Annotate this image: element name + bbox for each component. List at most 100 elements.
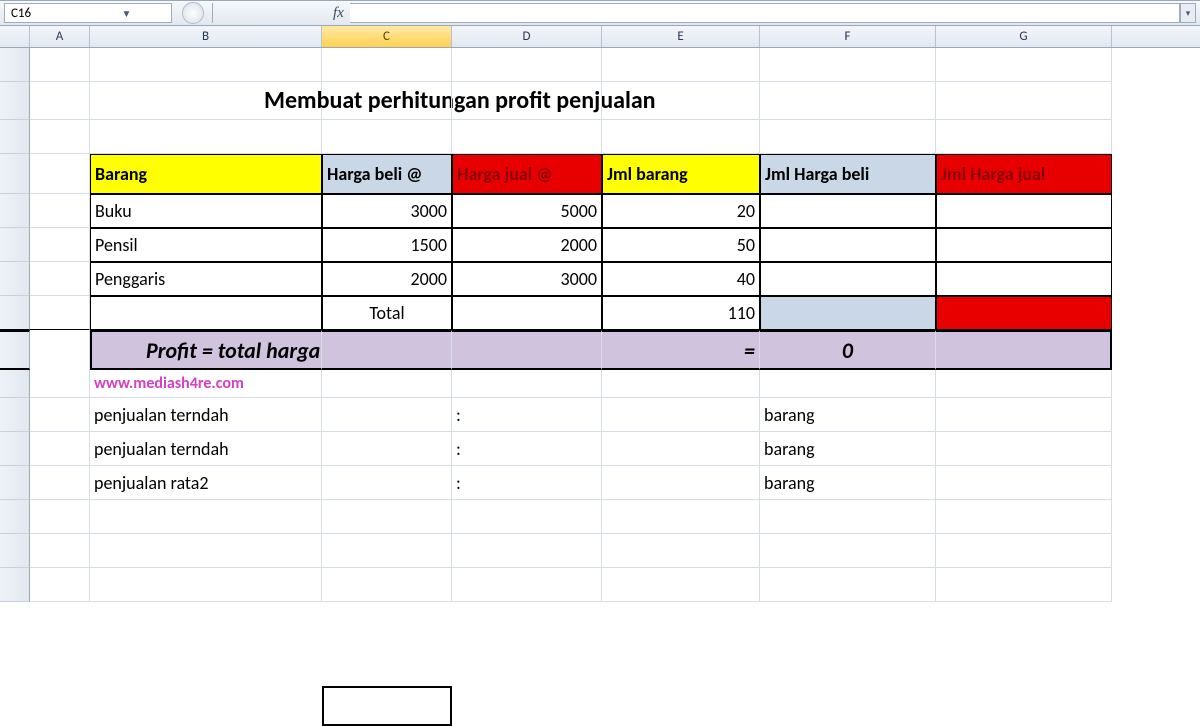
cell[interactable] bbox=[452, 48, 602, 82]
cell[interactable] bbox=[452, 500, 602, 534]
cell[interactable] bbox=[452, 534, 602, 568]
cell[interactable] bbox=[936, 82, 1112, 120]
row-header[interactable] bbox=[0, 228, 30, 262]
cell[interactable] bbox=[936, 500, 1112, 534]
row-header[interactable] bbox=[0, 330, 30, 370]
row-header[interactable] bbox=[0, 120, 30, 154]
col-header-G[interactable]: G bbox=[936, 26, 1112, 47]
cell[interactable] bbox=[452, 370, 602, 398]
row-header[interactable] bbox=[0, 48, 30, 82]
cell[interactable] bbox=[602, 120, 760, 154]
cell[interactable]: Membuat perhitungan profit penjualan bbox=[90, 82, 322, 120]
cell[interactable] bbox=[936, 534, 1112, 568]
cell[interactable] bbox=[760, 82, 936, 120]
cell-jml-jual[interactable] bbox=[936, 194, 1112, 228]
cell[interactable] bbox=[452, 568, 602, 602]
total-jml-jual[interactable] bbox=[936, 296, 1112, 330]
cell[interactable] bbox=[602, 466, 760, 500]
cell-jml-beli[interactable] bbox=[760, 262, 936, 296]
cell-beli[interactable]: 2000 bbox=[322, 262, 452, 296]
summary-colon[interactable]: : bbox=[452, 466, 602, 500]
cell[interactable] bbox=[936, 120, 1112, 154]
cell[interactable] bbox=[322, 568, 452, 602]
cell[interactable] bbox=[30, 296, 90, 330]
cell-jml[interactable]: 20 bbox=[602, 194, 760, 228]
th-jml-harga-jual[interactable]: Jml Harga jual bbox=[936, 154, 1112, 194]
cell-barang[interactable]: Buku bbox=[90, 194, 322, 228]
cell[interactable] bbox=[602, 534, 760, 568]
col-header-A[interactable]: A bbox=[30, 26, 90, 47]
cell-beli[interactable]: 3000 bbox=[322, 194, 452, 228]
cell-jml-beli[interactable] bbox=[760, 228, 936, 262]
row-header[interactable] bbox=[0, 262, 30, 296]
col-header-F[interactable]: F bbox=[760, 26, 936, 47]
profit-cell[interactable]: Profit = total harga jual - total harga … bbox=[90, 330, 322, 370]
cell[interactable] bbox=[936, 466, 1112, 500]
cell[interactable] bbox=[602, 432, 760, 466]
cell[interactable] bbox=[602, 568, 760, 602]
cell[interactable] bbox=[30, 398, 90, 432]
th-barang[interactable]: Barang bbox=[90, 154, 322, 194]
cell[interactable] bbox=[322, 466, 452, 500]
row-header[interactable] bbox=[0, 296, 30, 330]
cell[interactable] bbox=[936, 398, 1112, 432]
cell[interactable] bbox=[30, 194, 90, 228]
cell[interactable] bbox=[322, 120, 452, 154]
profit-value[interactable]: 0 bbox=[760, 330, 936, 370]
col-header-B[interactable]: B bbox=[90, 26, 322, 47]
total-label[interactable]: Total bbox=[322, 296, 452, 330]
cell[interactable] bbox=[30, 262, 90, 296]
expand-formula-bar-icon[interactable]: ▾ bbox=[1180, 3, 1196, 23]
cell[interactable] bbox=[936, 370, 1112, 398]
summary-unit[interactable]: barang bbox=[760, 398, 936, 432]
cell-jml[interactable]: 50 bbox=[602, 228, 760, 262]
cell[interactable] bbox=[760, 48, 936, 82]
cell[interactable] bbox=[322, 534, 452, 568]
cell[interactable] bbox=[322, 82, 452, 120]
fx-icon[interactable]: fx bbox=[333, 5, 344, 22]
select-all-corner[interactable] bbox=[0, 26, 30, 47]
cell[interactable] bbox=[322, 330, 452, 370]
cell[interactable] bbox=[322, 398, 452, 432]
cell[interactable] bbox=[322, 432, 452, 466]
th-harga-beli[interactable]: Harga beli @ bbox=[322, 154, 452, 194]
cell[interactable] bbox=[30, 534, 90, 568]
summary-label[interactable]: penjualan terndah bbox=[90, 398, 322, 432]
row-header[interactable] bbox=[0, 500, 30, 534]
col-header-C[interactable]: C bbox=[322, 26, 452, 47]
cell[interactable] bbox=[602, 500, 760, 534]
cell[interactable] bbox=[30, 154, 90, 194]
cell[interactable] bbox=[936, 48, 1112, 82]
cell[interactable] bbox=[30, 82, 90, 120]
row-header[interactable] bbox=[0, 568, 30, 602]
cell[interactable] bbox=[452, 120, 602, 154]
cell[interactable] bbox=[30, 466, 90, 500]
row-header[interactable] bbox=[0, 432, 30, 466]
name-box-dropdown-icon[interactable]: ▼ bbox=[88, 7, 165, 20]
cell[interactable] bbox=[90, 500, 322, 534]
row-header[interactable] bbox=[0, 370, 30, 398]
cell[interactable] bbox=[90, 296, 322, 330]
summary-label[interactable]: penjualan rata2 bbox=[90, 466, 322, 500]
cell[interactable] bbox=[452, 296, 602, 330]
cell[interactable] bbox=[602, 370, 760, 398]
total-jml[interactable]: 110 bbox=[602, 296, 760, 330]
cell-jml-beli[interactable] bbox=[760, 194, 936, 228]
cell[interactable] bbox=[760, 500, 936, 534]
cell[interactable] bbox=[90, 48, 322, 82]
cell[interactable] bbox=[90, 534, 322, 568]
cell[interactable] bbox=[602, 48, 760, 82]
cell-barang[interactable]: Penggaris bbox=[90, 262, 322, 296]
cell[interactable] bbox=[30, 500, 90, 534]
th-harga-jual[interactable]: Harga jual @ bbox=[452, 154, 602, 194]
cell[interactable] bbox=[602, 82, 760, 120]
cell[interactable] bbox=[322, 500, 452, 534]
cell[interactable] bbox=[30, 432, 90, 466]
cell[interactable] bbox=[602, 398, 760, 432]
cell[interactable] bbox=[936, 330, 1112, 370]
cell[interactable] bbox=[322, 48, 452, 82]
spreadsheet-grid[interactable]: Membuat perhitungan profit penjualan Bar… bbox=[0, 48, 1200, 602]
cell-jml[interactable]: 40 bbox=[602, 262, 760, 296]
cell-barang[interactable]: Pensil bbox=[90, 228, 322, 262]
cell[interactable] bbox=[90, 120, 322, 154]
